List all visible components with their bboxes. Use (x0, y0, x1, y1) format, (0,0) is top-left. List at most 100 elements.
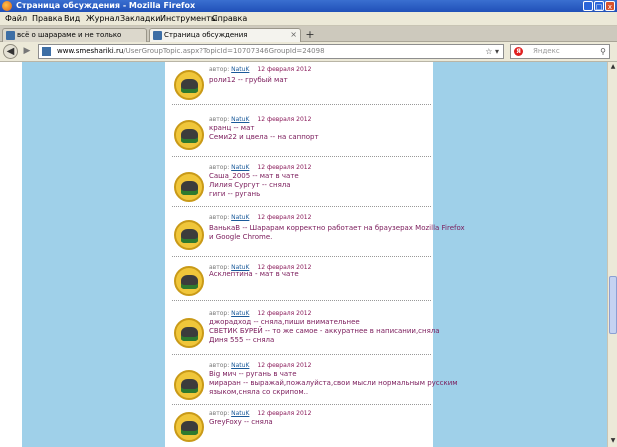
menu-file[interactable]: Файл (5, 13, 27, 25)
post-text: джоpадход -- сняла,пиши внимательнее СВЕ… (209, 318, 440, 345)
new-tab-button[interactable]: + (303, 29, 317, 42)
address-domain: www.smeshariki.ru (57, 47, 124, 55)
post-divider (172, 256, 431, 257)
user-avatar[interactable] (174, 370, 204, 400)
scrollbar-thumb[interactable] (609, 276, 617, 334)
post-meta: автор: NatuK 12 февраля 2012 (209, 164, 311, 172)
discussion-post: автор: NatuK 12 февраля 2012 GreyFoxy -- … (165, 406, 433, 447)
post-divider (172, 354, 431, 355)
post-line: языком,сняла со скрипом.. (209, 388, 309, 396)
menu-bookmarks[interactable]: Закладки (120, 13, 160, 25)
tab-bar: всё о шарараме и не только Страница обсу… (0, 26, 617, 42)
author-link[interactable]: NatuK (231, 310, 249, 317)
user-avatar[interactable] (174, 220, 204, 250)
author-label: автор: (209, 310, 230, 317)
forward-button[interactable]: ▶ (21, 45, 33, 58)
author-link[interactable]: NatuK (231, 410, 249, 417)
tab-close-icon[interactable]: × (290, 29, 297, 41)
vertical-scrollbar[interactable]: ▲ ▼ (607, 62, 617, 447)
post-date: 12 февраля 2012 (257, 214, 312, 221)
post-date: 12 февраля 2012 (257, 66, 312, 73)
user-avatar[interactable] (174, 70, 204, 100)
scroll-down-icon[interactable]: ▼ (609, 437, 617, 445)
tab-label: всё о шарараме и не только (17, 31, 122, 39)
user-avatar[interactable] (174, 412, 204, 442)
post-date: 12 февраля 2012 (257, 310, 312, 317)
post-meta: автор: NatuK 12 февраля 2012 (209, 214, 311, 222)
author-link[interactable]: NatuK (231, 116, 249, 123)
post-divider (172, 404, 431, 405)
search-placeholder: Яндекс (533, 47, 560, 55)
address-path: /UserGroupTopic.aspx?TopicId=10707346Gro… (123, 47, 325, 55)
post-line: Big мич -- ругань в чате (209, 370, 297, 378)
post-line: и Google Chrome. (209, 233, 273, 241)
author-link[interactable]: NatuK (231, 66, 249, 73)
page-viewport: автор: NatuK 12 февраля 2012 роли12 -- гр… (0, 62, 607, 447)
tab-discussion[interactable]: Страница обсуждения × (149, 28, 301, 42)
page-left-margin (0, 62, 22, 447)
navigation-bar: ◀ ▶ www.smeshariki.ru/UserGroupTopic.asp… (0, 42, 617, 62)
post-text: GreyFoxy -- сняла (209, 418, 429, 427)
user-avatar[interactable] (174, 266, 204, 296)
post-line: гиги -- ругань (209, 190, 261, 198)
close-button[interactable]: x (605, 1, 615, 11)
post-line: Семи22 и цвела -- на саппорт (209, 133, 319, 141)
author-link[interactable]: NatuK (231, 362, 249, 369)
post-text: Асклептина - мат в чате (209, 270, 429, 279)
post-line: джоpадход -- сняла,пиши внимательнее (209, 318, 360, 326)
post-line: роли12 -- грубый мат (209, 76, 288, 84)
author-label: автор: (209, 410, 230, 417)
tab-sharaqrama[interactable]: всё о шарараме и не только (2, 28, 147, 42)
page-favicon-icon (6, 31, 15, 40)
author-link[interactable]: NatuK (231, 214, 249, 221)
post-text: роли12 -- грубый мат (209, 76, 429, 85)
menu-bar: Файл Правка Вид Журнал Закладки Инструме… (0, 12, 617, 26)
post-date: 12 февраля 2012 (257, 116, 312, 123)
post-line: Асклептина - мат в чате (209, 270, 299, 278)
post-text: Big мич -- ругань в чате мираран -- выра… (209, 370, 458, 397)
scroll-up-icon[interactable]: ▲ (609, 63, 617, 71)
site-favicon-icon (42, 47, 51, 56)
author-label: автор: (209, 164, 230, 171)
post-divider (172, 156, 431, 157)
menu-edit[interactable]: Правка (32, 13, 62, 25)
address-url[interactable]: www.smeshariki.ru/UserGroupTopic.aspx?To… (57, 45, 325, 58)
user-avatar[interactable] (174, 172, 204, 202)
post-line: Диня 555 -- сняла (209, 336, 275, 344)
address-bar[interactable]: www.smeshariki.ru/UserGroupTopic.aspx?To… (38, 44, 504, 59)
tab-label: Страница обсуждения (164, 31, 248, 39)
discussion-post: автор: NatuK 12 февраля 2012 Big мич -- р… (165, 358, 458, 404)
window-titlebar: Страница обсуждения - Mozilla Firefox _ … (0, 0, 617, 12)
post-line: ВанькаВ -- Шарарам корректно работает на… (209, 224, 465, 232)
yandex-icon[interactable]: Я (514, 47, 523, 56)
post-text: Саша_2005 -- мат в чате Лилия Сургут -- … (209, 172, 429, 199)
author-label: автор: (209, 116, 230, 123)
post-meta: автор: NatuK 12 февраля 2012 (209, 362, 311, 370)
post-line: мираран -- выражай,пожалуйста,свои мысли… (209, 379, 458, 387)
search-icon[interactable]: ⚲ (600, 45, 606, 58)
author-link[interactable]: NatuK (231, 164, 249, 171)
minimize-button[interactable]: _ (583, 1, 593, 11)
menu-history[interactable]: Журнал (86, 13, 120, 25)
search-bar[interactable]: Я Яндекс ⚲ (510, 44, 610, 59)
back-button[interactable]: ◀ (3, 44, 18, 59)
post-date: 12 февраля 2012 (257, 410, 312, 417)
maximize-button[interactable]: □ (594, 1, 604, 11)
user-avatar[interactable] (174, 318, 204, 348)
post-meta: автор: NatuK 12 февраля 2012 (209, 116, 311, 124)
page-favicon-icon (153, 31, 162, 40)
menu-help[interactable]: Справка (212, 13, 247, 25)
menu-tools[interactable]: Инструменты (160, 13, 217, 25)
address-bar-icons[interactable]: ☆ ▾ (485, 45, 499, 58)
author-label: автор: (209, 214, 230, 221)
post-meta: автор: NatuK 12 февраля 2012 (209, 310, 311, 318)
menu-view[interactable]: Вид (64, 13, 80, 25)
post-line: Лилия Сургут -- сняла (209, 181, 291, 189)
post-line: GreyFoxy -- сняла (209, 418, 273, 426)
user-avatar[interactable] (174, 120, 204, 150)
discussion-post: автор: NatuK 12 февраля 2012 Асклептина -… (165, 260, 433, 300)
discussion-post: автор: NatuK 12 февраля 2012 кранц -- мат… (165, 112, 433, 156)
discussion-content: автор: NatuK 12 февраля 2012 роли12 -- гр… (165, 62, 465, 447)
window-title: Страница обсуждения - Mozilla Firefox (16, 1, 196, 10)
author-label: автор: (209, 362, 230, 369)
